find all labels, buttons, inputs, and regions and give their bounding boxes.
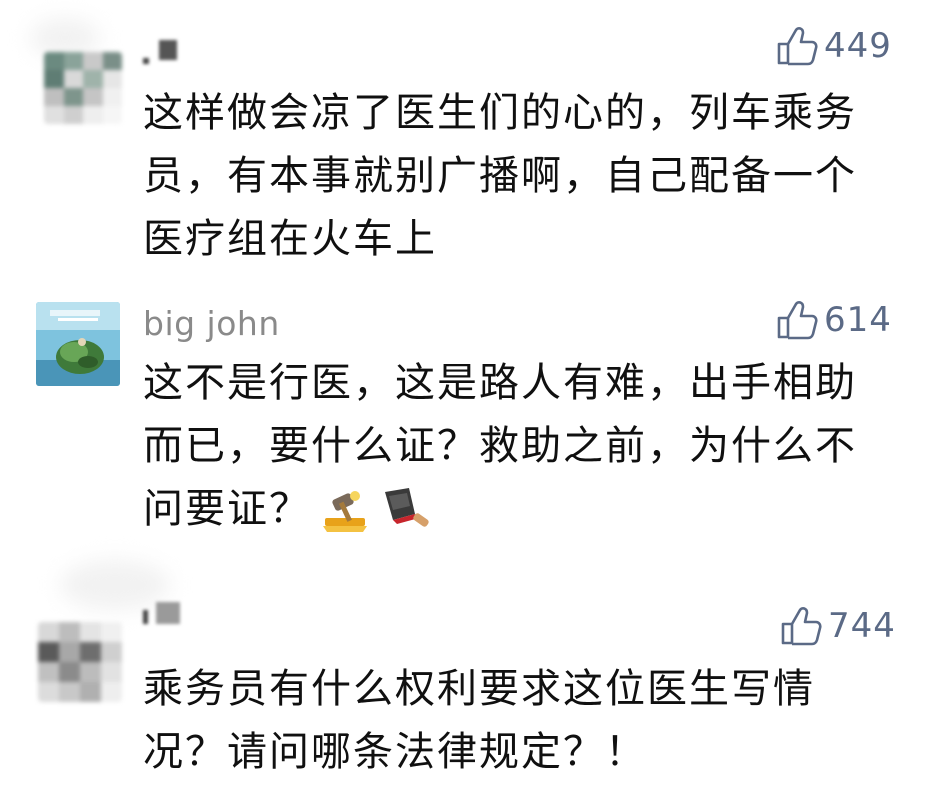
comment-line: 而已，要什么证？救助之前，为什么不 <box>143 423 857 469</box>
thumbs-up-icon <box>777 27 818 66</box>
avatar[interactable] <box>36 302 120 386</box>
like-button[interactable]: 614 <box>776 300 892 340</box>
comment-item: 449 这样做会凉了医生们的心的，列车乘务 员，有本事就别广播啊，自己配备一个 … <box>0 0 940 290</box>
comment-text: 这不是行医，这是路人有难，出手相助 而已，要什么证？救助之前，为什么不 问要证？ <box>143 352 857 541</box>
cleaver-emoji <box>385 488 429 527</box>
comment-text: 乘务员有什么权利要求这位医生写情 况？请问哪条法律规定？！ <box>143 658 815 784</box>
author-name[interactable]: big john <box>143 304 280 343</box>
comment-text: 这样做会凉了医生们的心的，列车乘务 员，有本事就别广播啊，自己配备一个 医疗组在… <box>143 82 857 271</box>
author-name-redacted[interactable] <box>143 602 180 628</box>
like-button[interactable]: 449 <box>776 26 892 66</box>
avatar-image <box>36 302 120 386</box>
comment-line: 乘务员有什么权利要求这位医生写情 <box>143 666 815 712</box>
avatar[interactable] <box>38 622 122 702</box>
like-count: 744 <box>828 606 896 646</box>
comment-item: big john 614 这不是行医，这是路人有难，出手相助 而已，要什么证？救… <box>0 290 940 550</box>
comment-line: 问要证？ <box>143 486 311 532</box>
thumbs-up-icon <box>777 301 818 340</box>
gavel-emoji <box>323 491 367 532</box>
avatar[interactable] <box>44 52 122 124</box>
comment-line: 这不是行医，这是路人有难，出手相助 <box>143 360 857 406</box>
comment-line: 况？请问哪条法律规定？！ <box>143 729 647 775</box>
comment-line-with-emoji: 问要证？ <box>143 478 857 541</box>
author-name-redacted[interactable] <box>143 40 177 64</box>
like-count: 449 <box>824 26 892 66</box>
like-button[interactable]: 744 <box>780 606 896 646</box>
comment-line: 医疗组在火车上 <box>143 216 437 262</box>
comment-line: 这样做会凉了医生们的心的，列车乘务 <box>143 90 857 136</box>
comment-line: 员，有本事就别广播啊，自己配备一个 <box>143 153 857 199</box>
comment-item: 744 乘务员有什么权利要求这位医生写情 况？请问哪条法律规定？！ <box>0 580 940 805</box>
like-count: 614 <box>824 300 892 340</box>
thumbs-up-icon <box>781 607 822 646</box>
